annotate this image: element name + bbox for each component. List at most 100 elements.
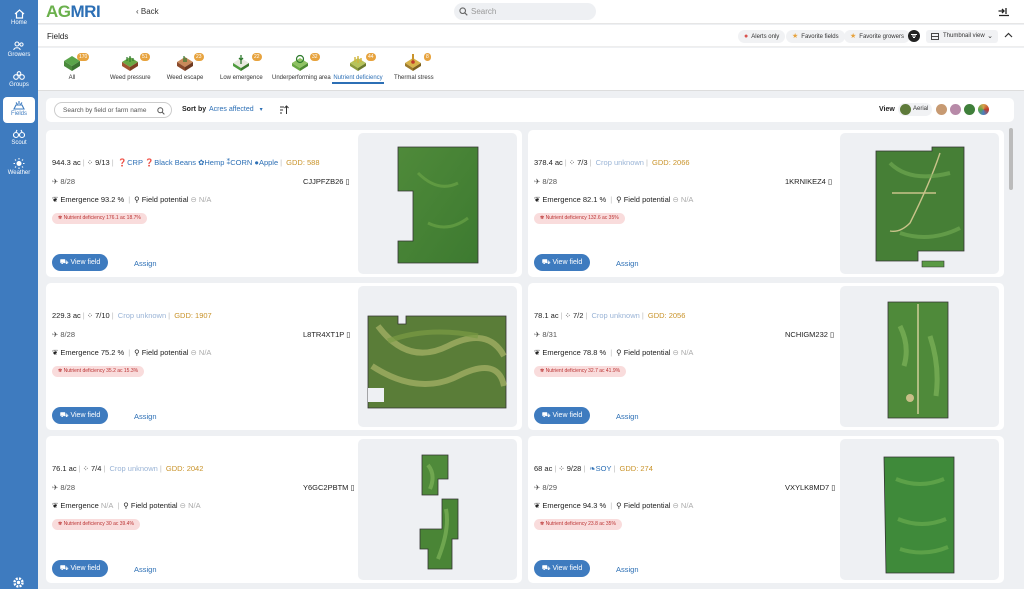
gear-icon[interactable] bbox=[12, 576, 25, 589]
chevron-down-icon: ⌄ bbox=[987, 33, 993, 40]
tab-thermal-stress-count: 8 bbox=[424, 53, 431, 61]
copy-icon: ▯ bbox=[827, 177, 833, 186]
global-search-input[interactable]: Search bbox=[454, 3, 596, 20]
nutrient-deficiency-badge: ✾ Nutrient deficiency 176.1 ac 18.7% bbox=[52, 213, 147, 224]
logout-icon[interactable] bbox=[998, 6, 1010, 17]
field-aerial-image bbox=[875, 146, 965, 268]
tab-nutrient-deficiency[interactable]: 44 Nutrient deficiency bbox=[332, 53, 384, 91]
list-toolbar: Search by field or farm name Sort by Acr… bbox=[46, 98, 1014, 122]
copy-icon: ▯ bbox=[350, 483, 355, 492]
tab-all[interactable]: 170 All bbox=[60, 53, 90, 91]
crop-unknown: Crop unknown bbox=[595, 158, 644, 167]
field-id[interactable]: Y6GC2PBTM ▯ bbox=[303, 483, 355, 492]
sprout-icon: ❦ bbox=[52, 348, 59, 357]
layer-vigor[interactable] bbox=[950, 104, 961, 115]
assign-link[interactable]: Assign bbox=[616, 259, 639, 268]
layer-aerial[interactable]: Aerial bbox=[898, 103, 932, 116]
field-thumbnail[interactable] bbox=[840, 439, 999, 580]
layer-thermal[interactable] bbox=[978, 104, 989, 115]
back-label: Back bbox=[140, 7, 159, 16]
view-field-button[interactable]: ⛟ View field bbox=[534, 560, 590, 577]
back-link[interactable]: ‹ Back bbox=[136, 7, 159, 16]
view-field-button[interactable]: ⛟ View field bbox=[534, 254, 590, 271]
tab-weed-pressure[interactable]: 51 Weed pressure bbox=[110, 53, 151, 91]
emergence-row: ❦ Emergence 78.8 % | ⚲ Field potential ⊖ N… bbox=[534, 348, 694, 357]
layer-soil[interactable] bbox=[936, 104, 947, 115]
nav-fields[interactable]: Fields bbox=[3, 97, 35, 123]
na-icon: ⊖ bbox=[672, 501, 679, 510]
sort-direction-icon[interactable] bbox=[279, 105, 289, 115]
assign-link[interactable]: Assign bbox=[134, 412, 157, 421]
filter-button[interactable] bbox=[908, 30, 920, 42]
copy-icon: ▯ bbox=[345, 177, 350, 186]
bell-icon: ● bbox=[744, 33, 749, 40]
scout-count: 9/28 bbox=[566, 464, 582, 473]
field-aerial-image bbox=[883, 456, 955, 574]
field-acres: 229.3 ac bbox=[52, 311, 81, 320]
tractor-icon: ⛟ bbox=[59, 565, 69, 572]
nutrient-icon: ✾ bbox=[58, 368, 63, 374]
nav-groups[interactable]: Groups bbox=[3, 68, 35, 94]
view-mode-dropdown[interactable]: Thumbnail view ⌄ bbox=[926, 30, 998, 43]
assign-link[interactable]: Assign bbox=[134, 565, 157, 574]
scrollbar-thumb[interactable] bbox=[1009, 128, 1013, 190]
tab-weed-escape[interactable]: 23 Weed escape bbox=[166, 53, 204, 91]
tab-underperforming-area[interactable]: 32 Underperforming area bbox=[272, 53, 331, 91]
tab-low-emergence-label: Low emergence bbox=[220, 75, 263, 81]
field-thumbnail[interactable] bbox=[358, 133, 517, 274]
field-thumbnail[interactable] bbox=[840, 286, 999, 427]
field-aerial-image bbox=[367, 315, 507, 409]
field-acres: 78.1 ac bbox=[534, 311, 559, 320]
nav-home[interactable]: Home bbox=[3, 6, 35, 32]
field-thumbnail[interactable] bbox=[358, 439, 517, 580]
tab-weed-escape-label: Weed escape bbox=[166, 75, 204, 81]
field-id[interactable]: L8TR4XT1P ▯ bbox=[303, 330, 350, 339]
search-icon bbox=[459, 7, 468, 16]
gdd-value: GDD: 2042 bbox=[165, 464, 204, 473]
view-field-button[interactable]: ⛟ View field bbox=[52, 560, 108, 577]
scout-count: 7/2 bbox=[572, 311, 584, 320]
alerts-only-toggle[interactable]: ● Alerts only bbox=[738, 30, 786, 43]
field-card: 68 ac | ⁘ 9/28 | ❧SOY | GDD: 274 ✈ 8/29 VXYL… bbox=[528, 436, 1004, 583]
field-id[interactable]: NCHIGM232 ▯ bbox=[785, 330, 834, 339]
sprout-icon: ❦ bbox=[534, 501, 541, 510]
scout-icon: ⁘ bbox=[564, 311, 571, 320]
nutrient-deficiency-badge: ✾ Nutrient deficiency 30 ac 39.4% bbox=[52, 519, 140, 530]
tab-thermal-stress-label: Thermal stress bbox=[394, 75, 434, 81]
assign-link[interactable]: Assign bbox=[616, 412, 639, 421]
field-id[interactable]: CJJPFZB26 ▯ bbox=[303, 177, 350, 186]
scout-count: 7/3 bbox=[577, 158, 588, 167]
field-id[interactable]: 1KRNIKEZ4 ▯ bbox=[785, 177, 832, 186]
tab-underperforming-area-label: Underperforming area bbox=[272, 75, 331, 81]
assign-link[interactable]: Assign bbox=[134, 259, 157, 268]
thermal-stress-icon bbox=[405, 54, 421, 71]
nav-scout[interactable]: Scout bbox=[3, 126, 35, 152]
field-id[interactable]: VXYLK8MD7 ▯ bbox=[785, 483, 835, 492]
field-potential-icon: ⚲ bbox=[616, 348, 622, 357]
plane-icon: ✈ bbox=[52, 483, 59, 492]
view-field-button[interactable]: ⛟ View field bbox=[534, 407, 590, 424]
tab-low-emergence[interactable]: 22 Low emergence bbox=[220, 53, 263, 91]
crop-tag: ●Apple bbox=[254, 158, 279, 167]
view-field-button[interactable]: ⛟ View field bbox=[52, 407, 108, 424]
crop-tag: ❓CRP bbox=[117, 158, 143, 167]
sort-dropdown[interactable]: Acres affected ▾ bbox=[209, 106, 263, 113]
favorite-fields-toggle[interactable]: ★ Favorite fields bbox=[786, 30, 845, 43]
nav-weather[interactable]: Weather bbox=[3, 155, 35, 181]
field-search-input[interactable]: Search by field or farm name bbox=[54, 102, 172, 118]
tab-thermal-stress[interactable]: 8 Thermal stress bbox=[394, 53, 434, 91]
field-summary: 68 ac | ⁘ 9/28 | ❧SOY | GDD: 274 bbox=[534, 464, 653, 473]
view-mode-label: Thumbnail view bbox=[943, 33, 985, 39]
low-emergence-icon bbox=[233, 55, 249, 71]
field-thumbnail[interactable] bbox=[840, 133, 999, 274]
nutrient-deficiency-badge: ✾ Nutrient deficiency 132.6 ac 35% bbox=[534, 213, 625, 224]
field-thumbnail[interactable] bbox=[358, 286, 517, 427]
sort-by-label: Sort by bbox=[182, 106, 207, 113]
chevron-up-icon[interactable] bbox=[1004, 31, 1013, 39]
assign-link[interactable]: Assign bbox=[616, 565, 639, 574]
nav-growers[interactable]: Growers bbox=[3, 38, 35, 64]
tab-nutrient-deficiency-count: 44 bbox=[366, 53, 376, 61]
layer-ndvi[interactable] bbox=[964, 104, 975, 115]
favorite-growers-toggle[interactable]: ★ Favorite growers bbox=[844, 30, 910, 43]
view-field-button[interactable]: ⛟ View field bbox=[52, 254, 108, 271]
